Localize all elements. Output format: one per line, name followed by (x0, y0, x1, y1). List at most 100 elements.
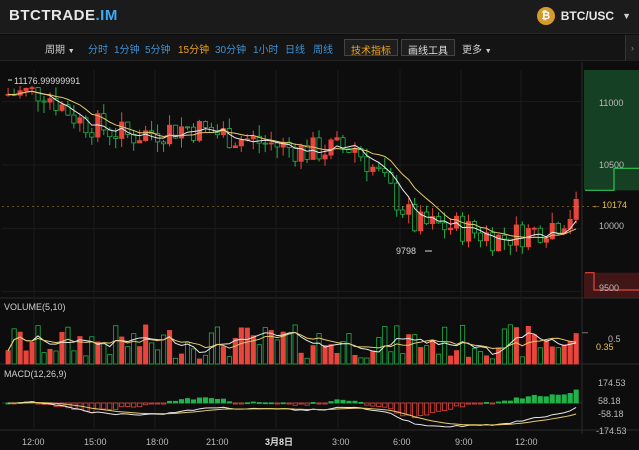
candle-body (460, 215, 466, 242)
macd-histogram-bar (208, 398, 214, 404)
volume-bar (346, 333, 352, 365)
volume-bar (101, 343, 107, 365)
y-tick-macd-0: 174.53 (598, 378, 626, 388)
macd-histogram-bar (525, 396, 531, 404)
macd-histogram-bar (280, 402, 286, 405)
macd-histogram-bar (507, 400, 513, 404)
candle-body (89, 132, 95, 138)
interval-1m[interactable]: 1分钟 (114, 41, 140, 56)
volume-bar (173, 357, 179, 365)
candle-body (77, 117, 83, 124)
volume-current-label: 0.35 (596, 342, 614, 352)
candle-body (531, 227, 537, 230)
macd-histogram-bar (424, 402, 430, 416)
candle-body (107, 129, 113, 138)
interval-1h[interactable]: 1小时 (253, 41, 279, 56)
macd-histogram-bar (310, 402, 316, 404)
candle-body (202, 121, 209, 128)
volume-bar (477, 351, 484, 365)
volume-bar (460, 325, 466, 365)
macd-indicator-label: MACD(12,26,9) (4, 369, 67, 379)
candle-body (424, 211, 430, 225)
volume-bar (424, 345, 430, 365)
kline-chart[interactable]: ← 11176.99999991 9798 10174 11000 10500 … (0, 62, 639, 450)
macd-histogram-bar (376, 402, 382, 407)
x-tick-0: 12:00 (22, 437, 45, 447)
period-dropdown[interactable]: 周期 ▼ (45, 41, 75, 56)
volume-bar (95, 341, 101, 365)
chart-toolbar: 周期 ▼ 分时 1分钟 5分钟 15分钟 30分钟 1小时 日线 周线 技术指标… (0, 35, 639, 61)
candle-body (184, 126, 191, 129)
volume-indicator-label: VOLUME(5,10) (4, 302, 66, 312)
macd-histogram-bar (113, 402, 119, 410)
macd-histogram-bar (226, 401, 232, 404)
macd-histogram-bar (286, 402, 292, 405)
candle-body (113, 136, 119, 139)
candle-body (137, 140, 143, 144)
candle-body (549, 223, 555, 240)
volume-bar (501, 328, 507, 365)
macd-histogram-bar (412, 402, 418, 419)
chevron-down-icon: ▼ (622, 11, 631, 21)
interval-30m[interactable]: 30分钟 (215, 41, 246, 56)
macd-histogram-bar (406, 402, 412, 416)
volume-bar (83, 355, 89, 365)
macd-histogram-bar (561, 394, 567, 404)
x-tick-8: 12:00 (515, 437, 538, 447)
volume-bar (465, 356, 472, 365)
y-tick-macd-2: -58.18 (598, 409, 624, 419)
volume-bar (23, 350, 29, 365)
macd-histogram-bar (214, 398, 220, 404)
volume-bar (35, 325, 41, 365)
interval-week[interactable]: 周线 (313, 41, 333, 56)
macd-histogram-bar (501, 400, 507, 404)
volume-bar (286, 333, 292, 365)
candle-body (573, 198, 579, 220)
drawing-tools-button[interactable]: 画线工具 (401, 39, 455, 57)
interval-day[interactable]: 日线 (285, 41, 305, 56)
indicators-button[interactable]: 技术指标 (344, 39, 398, 57)
interval-15m[interactable]: 15分钟 (178, 41, 209, 56)
current-price-label: 10174 (602, 200, 627, 210)
candle-body (304, 145, 310, 160)
y-tick-macd-1: 58.18 (598, 396, 621, 406)
volume-bar (226, 356, 232, 365)
macd-histogram-bar (196, 397, 203, 404)
macd-histogram-bar (382, 402, 388, 408)
more-dropdown[interactable]: 更多 ▼ (462, 41, 492, 56)
volume-bar (495, 348, 501, 365)
pair-label: BTC/USC (560, 9, 615, 23)
low-marker-label: 9798 (396, 246, 416, 256)
interval-5m[interactable]: 5分钟 (145, 41, 171, 56)
macd-histogram-bar (190, 399, 197, 404)
macd-histogram-bar (436, 402, 442, 412)
macd-histogram-bar (352, 400, 358, 404)
volume-bar (364, 357, 370, 365)
candle-body (477, 232, 484, 242)
macd-histogram-bar (143, 402, 149, 406)
macd-histogram-bar (119, 402, 125, 408)
volume-bar (483, 355, 490, 365)
volume-bar (304, 357, 310, 365)
x-tick-4: 3月8日 (265, 437, 293, 447)
macd-histogram-bar (543, 396, 549, 404)
logo[interactable]: BTCTRADE.IM (9, 7, 118, 24)
candle-body (29, 87, 35, 89)
candle-body (250, 135, 256, 140)
volume-bar (184, 341, 191, 365)
expand-panel-button[interactable]: › (625, 35, 639, 61)
pair-selector[interactable]: ₿ BTC/USC ▼ (536, 7, 631, 25)
volume-bar (531, 334, 537, 365)
volume-bar (244, 327, 250, 365)
macd-histogram-bar (537, 396, 543, 404)
candle-body (334, 137, 340, 141)
candle-body (262, 142, 268, 145)
interval-timeline[interactable]: 分时 (88, 41, 108, 56)
candle-body (47, 98, 53, 103)
volume-bar (71, 350, 77, 365)
macd-histogram-bar (274, 402, 280, 405)
candle-body (119, 121, 125, 139)
current-price-arrow: ← (592, 200, 601, 210)
volume-bar (471, 347, 478, 365)
macd-histogram-bar (107, 402, 113, 410)
